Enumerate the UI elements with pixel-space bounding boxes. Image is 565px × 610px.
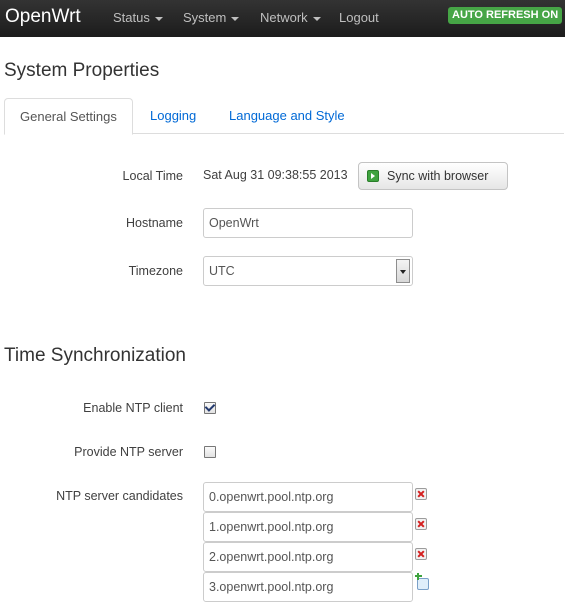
time-sync-title: Time Synchronization (4, 345, 186, 366)
provide-ntp-label: Provide NTP server (74, 445, 183, 459)
local-time-label: Local Time (122, 169, 183, 183)
tab-general-settings[interactable]: General Settings (4, 98, 133, 135)
menu-network[interactable]: Network (260, 10, 321, 25)
menu-system[interactable]: System (183, 10, 240, 25)
enable-ntp-checkbox[interactable] (204, 401, 216, 414)
brand-logo[interactable]: OpenWrt (5, 6, 81, 28)
menu-status[interactable]: Status (113, 10, 163, 25)
tab-logging[interactable]: Logging (135, 98, 211, 134)
menu-network-label: Network (260, 10, 308, 25)
hostname-label: Hostname (126, 216, 183, 230)
sync-with-browser-button[interactable]: Sync with browser (358, 162, 508, 190)
enable-ntp-label: Enable NTP client (83, 401, 183, 415)
settings-tabs: General Settings Logging Language and St… (4, 98, 564, 135)
ntp-server-input[interactable] (203, 482, 413, 512)
top-navbar: OpenWrt Status System Network Logout AUT… (0, 0, 565, 37)
ntp-server-input[interactable] (203, 512, 413, 542)
menu-system-label: System (183, 10, 227, 25)
dropdown-arrow-icon[interactable] (396, 259, 410, 283)
menu-logout[interactable]: Logout (339, 10, 379, 25)
chevron-down-icon (154, 16, 163, 21)
remove-icon[interactable] (415, 518, 427, 530)
menu-status-label: Status (113, 10, 150, 25)
add-icon[interactable] (415, 573, 429, 590)
remove-icon[interactable] (415, 548, 427, 560)
ntp-server-input[interactable] (203, 572, 413, 602)
ntp-server-input[interactable] (203, 542, 413, 572)
checkmark-icon (204, 401, 216, 412)
hostname-input[interactable] (203, 208, 413, 238)
chevron-down-icon (231, 16, 240, 21)
remove-icon[interactable] (415, 488, 427, 500)
auto-refresh-toggle[interactable]: AUTO REFRESH ON (448, 7, 563, 24)
tab-language-and-style[interactable]: Language and Style (214, 98, 360, 134)
sync-button-label: Sync with browser (387, 169, 489, 183)
ntp-candidates-label: NTP server candidates (56, 489, 183, 503)
timezone-label: Timezone (128, 264, 183, 278)
page-title: System Properties (4, 60, 160, 81)
local-time-value: Sat Aug 31 09:38:55 2013 (203, 168, 348, 182)
timezone-select[interactable]: UTC (203, 256, 413, 286)
play-icon (367, 170, 379, 182)
chevron-down-icon (312, 16, 321, 21)
timezone-value: UTC (209, 264, 235, 278)
provide-ntp-checkbox[interactable] (204, 446, 216, 458)
